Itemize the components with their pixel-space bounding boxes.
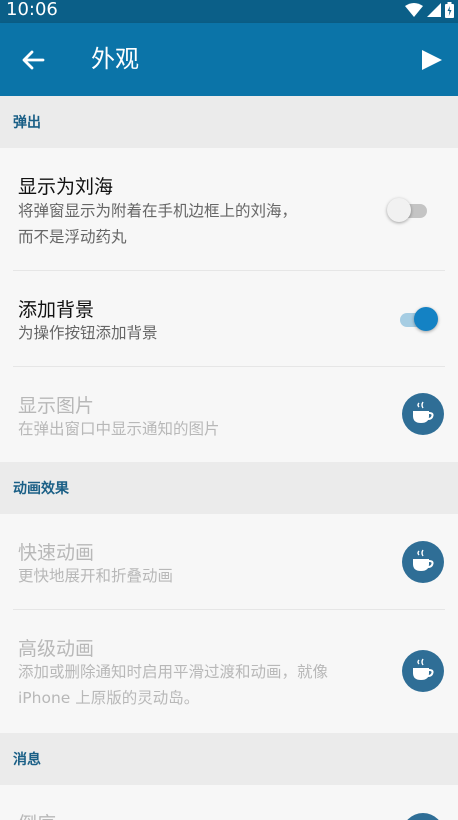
toggle-thumb [387,198,411,222]
setting-title: 倒序 [18,809,56,820]
section-title: 动画效果 [13,481,69,497]
premium-coffee-icon[interactable] [402,650,444,692]
section-title: 弹出 [13,115,41,131]
section-header-animation: 动画效果 [0,462,458,514]
setting-show-as-notch[interactable]: 显示为刘海 将弹窗显示为附着在手机边框上的刘海， 而不是浮动药丸 [0,148,458,270]
setting-subtitle: 将弹窗显示为附着在手机边框上的刘海， 而不是浮动药丸 [18,202,298,246]
system-icons [405,2,454,18]
setting-title: 显示为刘海 [18,176,114,198]
section-title: 消息 [13,752,41,768]
setting-subtitle: 添加或删除通知时启用平滑过渡和动画，就像 iPhone 上原版的灵动岛。 [18,663,329,707]
page-title: 外观 [91,45,139,73]
setting-add-background[interactable]: 添加背景 为操作按钮添加背景 [0,271,458,366]
wifi-icon [405,3,423,17]
setting-show-images[interactable]: 显示图片 在弹出窗口中显示通知的图片 [0,367,458,462]
status-time: 10:06 [6,0,58,20]
play-icon[interactable] [418,47,444,73]
battery-icon [445,2,454,18]
section-header-messages: 消息 [0,733,458,785]
setting-subtitle: 更快地展开和折叠动画 [18,567,174,585]
premium-coffee-icon[interactable] [402,541,444,583]
setting-title: 高级动画 [18,638,95,660]
premium-coffee-icon[interactable] [402,813,444,820]
setting-title: 快速动画 [18,542,95,564]
background-toggle[interactable] [396,307,438,331]
section-header-popup: 弹出 [0,96,458,148]
toggle-thumb [414,307,438,331]
app-bar: 外观 [0,23,458,96]
signal-icon [427,3,441,17]
setting-title: 显示图片 [18,395,95,417]
setting-title: 添加背景 [18,299,95,321]
back-arrow-icon[interactable] [20,47,46,73]
setting-fast-animation[interactable]: 快速动画 更快地展开和折叠动画 [0,514,458,609]
status-bar: 10:06 [0,0,458,23]
premium-coffee-icon[interactable] [402,393,444,435]
setting-partial[interactable]: 倒序 [0,785,458,820]
setting-advanced-animation[interactable]: 高级动画 添加或删除通知时启用平滑过渡和动画，就像 iPhone 上原版的灵动岛… [0,610,458,733]
setting-subtitle: 在弹出窗口中显示通知的图片 [18,420,220,438]
notch-toggle[interactable] [387,198,429,222]
setting-subtitle: 为操作按钮添加背景 [18,324,158,342]
